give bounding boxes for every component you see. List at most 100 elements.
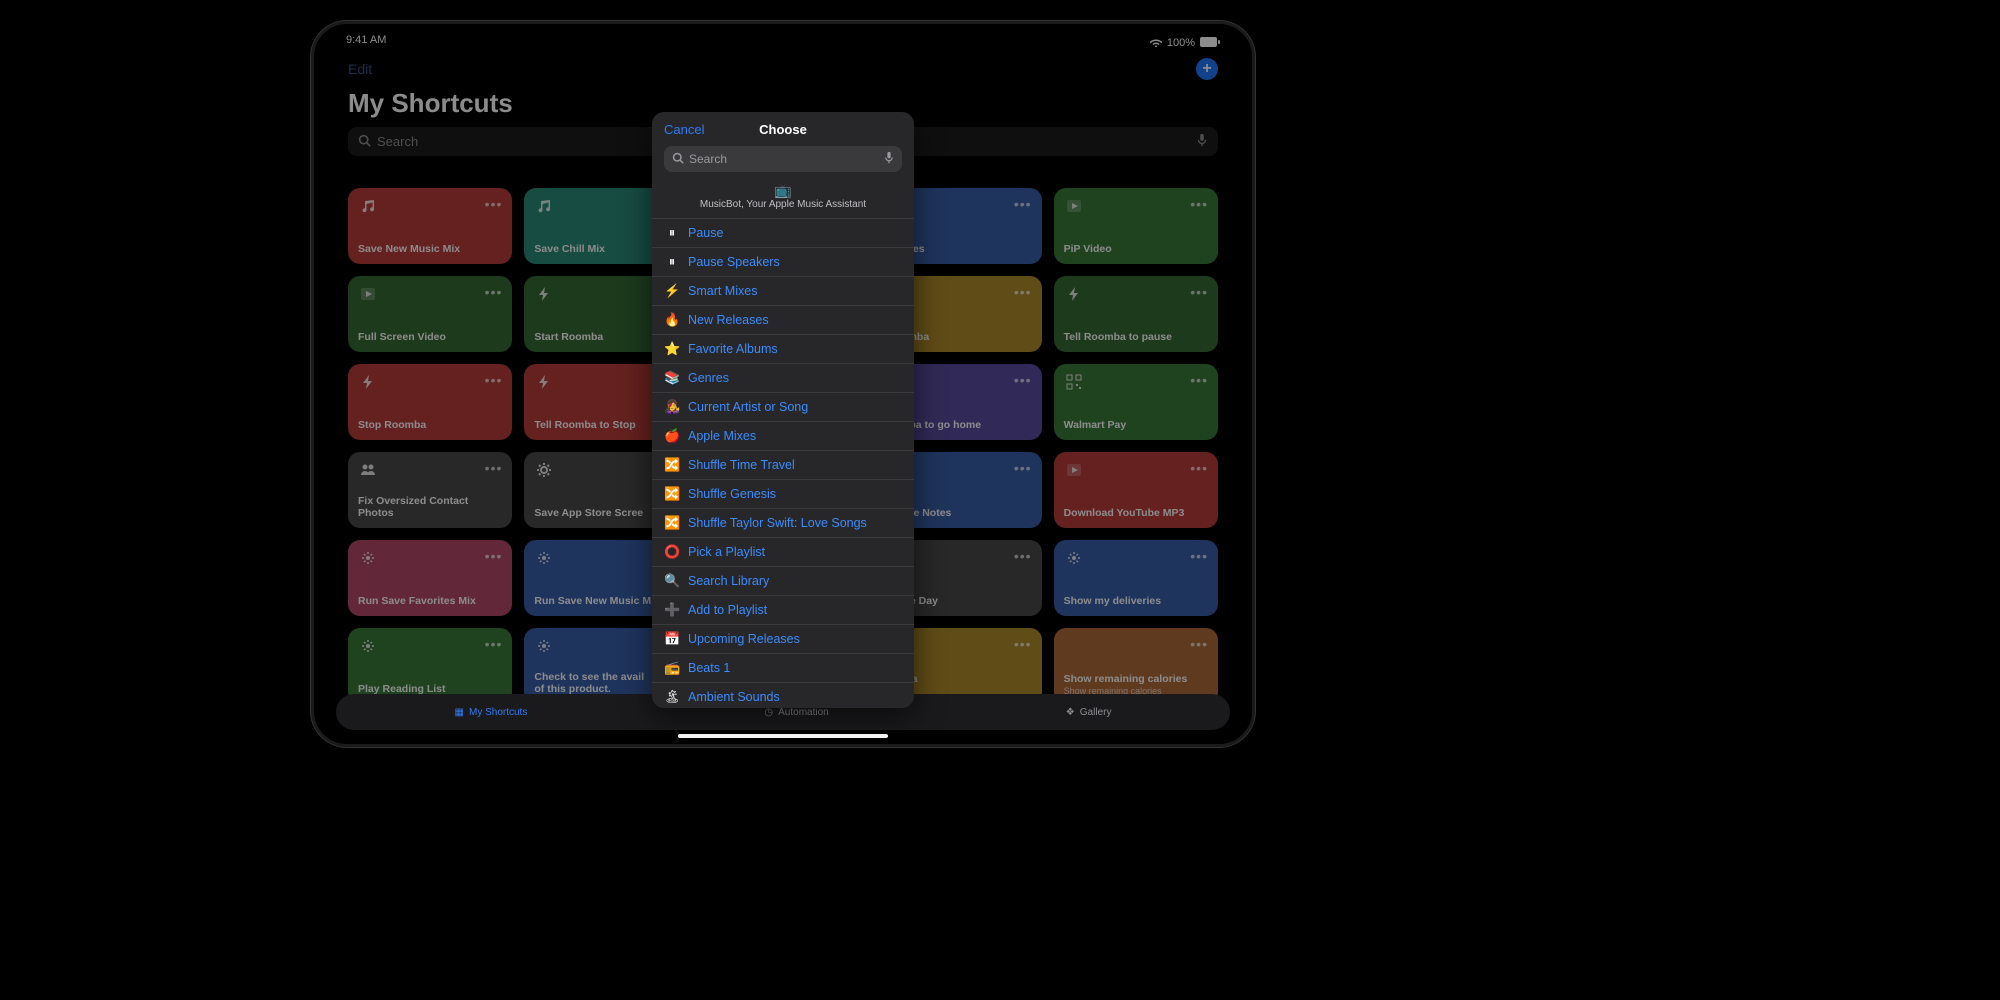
more-icon[interactable]: ••• bbox=[485, 196, 503, 212]
play-icon bbox=[1064, 460, 1084, 480]
choose-item[interactable]: 🔍 Search Library bbox=[652, 566, 914, 595]
choose-item[interactable]: ⭐ Favorite Albums bbox=[652, 334, 914, 363]
tab-my-shortcuts[interactable]: ▦ My Shortcuts bbox=[455, 707, 528, 718]
stack-icon: ❖ bbox=[1066, 707, 1075, 718]
item-label: Pause Speakers bbox=[688, 255, 780, 269]
qr-icon bbox=[1064, 372, 1084, 392]
mic-icon[interactable] bbox=[1196, 133, 1208, 150]
play-icon bbox=[358, 284, 378, 304]
item-emoji-icon: 👩‍🎤 bbox=[664, 399, 680, 415]
more-icon[interactable]: ••• bbox=[1190, 548, 1208, 564]
shortcut-tile[interactable]: •••Show my deliveries bbox=[1054, 540, 1218, 616]
item-label: Shuffle Taylor Swift: Love Songs bbox=[688, 516, 867, 530]
shortcut-tile[interactable]: •••Save New Music Mix bbox=[348, 188, 512, 264]
more-icon[interactable]: ••• bbox=[1190, 284, 1208, 300]
more-icon[interactable]: ••• bbox=[1014, 372, 1032, 388]
tab-gallery[interactable]: ❖ Gallery bbox=[1066, 707, 1112, 718]
shortcut-tile[interactable]: •••Tell Roomba to pause bbox=[1054, 276, 1218, 352]
choose-item[interactable]: ⚡Smart Mixes bbox=[652, 276, 914, 305]
shortcut-tile[interactable]: •••PiP Video bbox=[1054, 188, 1218, 264]
item-label: Shuffle Genesis bbox=[688, 487, 776, 501]
choose-modal: Cancel Choose Search 📺 MusicBot, Your Ap… bbox=[652, 112, 914, 708]
item-emoji-icon: 🔍 bbox=[664, 573, 680, 589]
item-emoji-icon: ⭐ bbox=[664, 341, 680, 357]
item-emoji-icon: 🔀 bbox=[664, 486, 680, 502]
music-icon bbox=[534, 196, 554, 216]
choose-item[interactable]: ⭕ Pick a Playlist bbox=[652, 537, 914, 566]
shortcut-tile[interactable]: ••• Walmart Pay bbox=[1054, 364, 1218, 440]
more-icon[interactable]: ••• bbox=[485, 372, 503, 388]
item-label: Pick a Playlist bbox=[688, 545, 765, 559]
more-icon[interactable]: ••• bbox=[485, 460, 503, 476]
item-label: Favorite Albums bbox=[688, 342, 778, 356]
modal-search[interactable]: Search bbox=[664, 146, 902, 172]
spark-icon bbox=[358, 548, 378, 568]
more-icon[interactable]: ••• bbox=[1014, 196, 1032, 212]
item-emoji-icon: 📚 bbox=[664, 370, 680, 386]
shortcut-tile[interactable]: •••Full Screen Video bbox=[348, 276, 512, 352]
spark-icon bbox=[1064, 548, 1084, 568]
gear-icon bbox=[534, 460, 554, 480]
nav-bar: Edit + bbox=[314, 52, 1252, 84]
spark-icon bbox=[358, 636, 378, 656]
shortcut-tile[interactable]: •••Show remaining caloriesShow remaining… bbox=[1054, 628, 1218, 704]
more-icon[interactable]: ••• bbox=[1014, 284, 1032, 300]
choose-item[interactable]: 🔀 Shuffle Genesis bbox=[652, 479, 914, 508]
item-label: Add to Playlist bbox=[688, 603, 767, 617]
shortcut-tile[interactable]: •••Stop Roomba bbox=[348, 364, 512, 440]
more-icon[interactable]: ••• bbox=[1190, 460, 1208, 476]
more-icon[interactable]: ••• bbox=[485, 284, 503, 300]
item-emoji-icon: ⭕ bbox=[664, 544, 680, 560]
choose-item[interactable]: ➕ Add to Playlist bbox=[652, 595, 914, 624]
choose-item[interactable]: 🔀Shuffle Time Travel bbox=[652, 450, 914, 479]
tile-label: Walmart Pay bbox=[1064, 419, 1208, 432]
more-icon[interactable]: ••• bbox=[1190, 372, 1208, 388]
add-button[interactable]: + bbox=[1196, 58, 1218, 80]
tile-label: Download YouTube MP3 bbox=[1064, 507, 1208, 520]
bolt-icon bbox=[358, 372, 378, 392]
item-label: New Releases bbox=[688, 313, 769, 327]
item-label: Upcoming Releases bbox=[688, 632, 800, 646]
spark-icon bbox=[534, 636, 554, 656]
more-icon[interactable]: ••• bbox=[1014, 548, 1032, 564]
more-icon[interactable]: ••• bbox=[485, 636, 503, 652]
home-indicator[interactable] bbox=[678, 734, 888, 738]
item-emoji-icon: ⏸ bbox=[664, 225, 680, 241]
shortcut-tile[interactable]: •••Play Reading List bbox=[348, 628, 512, 704]
choose-item[interactable]: 👩‍🎤Current Artist or Song bbox=[652, 392, 914, 421]
shortcut-tile[interactable]: ••• Download YouTube MP3 bbox=[1054, 452, 1218, 528]
choose-item[interactable]: 📅Upcoming Releases bbox=[652, 624, 914, 653]
wifi-icon bbox=[1150, 37, 1162, 50]
item-emoji-icon: ➕ bbox=[664, 602, 680, 618]
choose-item[interactable]: ⏸Pause bbox=[652, 218, 914, 247]
shortcut-tile[interactable]: •••Fix Oversized Contact Photos bbox=[348, 452, 512, 528]
item-label: Search Library bbox=[688, 574, 769, 588]
choose-item[interactable]: ⏸Pause Speakers bbox=[652, 247, 914, 276]
grid-icon: ▦ bbox=[455, 707, 464, 718]
more-icon[interactable]: ••• bbox=[1014, 460, 1032, 476]
more-icon[interactable]: ••• bbox=[485, 548, 503, 564]
choose-item[interactable]: 🔀Shuffle Taylor Swift: Love Songs bbox=[652, 508, 914, 537]
ipad-frame: 9:41 AM 100% Edit + My Shortcuts Search … bbox=[311, 21, 1255, 747]
tab-automation[interactable]: ◷ Automation bbox=[764, 707, 828, 718]
item-emoji-icon: 🔥 bbox=[664, 312, 680, 328]
choose-item[interactable]: 📻Beats 1 bbox=[652, 653, 914, 682]
more-icon[interactable]: ••• bbox=[1190, 196, 1208, 212]
more-icon[interactable]: ••• bbox=[1014, 636, 1032, 652]
choose-item[interactable]: 🏝Ambient Sounds bbox=[652, 682, 914, 708]
mic-icon[interactable] bbox=[884, 151, 894, 167]
modal-search-placeholder: Search bbox=[689, 152, 727, 166]
item-emoji-icon: 🍎 bbox=[664, 428, 680, 444]
tab-label: Gallery bbox=[1080, 707, 1112, 718]
edit-button[interactable]: Edit bbox=[348, 61, 372, 77]
item-label: Beats 1 bbox=[688, 661, 730, 675]
choose-item[interactable]: 🔥 New Releases bbox=[652, 305, 914, 334]
item-label: Genres bbox=[688, 371, 729, 385]
choose-item[interactable]: 🍎Apple Mixes bbox=[652, 421, 914, 450]
item-label: Smart Mixes bbox=[688, 284, 757, 298]
shortcut-tile[interactable]: •••Run Save Favorites Mix bbox=[348, 540, 512, 616]
choose-item[interactable]: 📚 Genres bbox=[652, 363, 914, 392]
cancel-button[interactable]: Cancel bbox=[664, 122, 704, 137]
bolt-icon bbox=[534, 372, 554, 392]
more-icon[interactable]: ••• bbox=[1190, 636, 1208, 652]
